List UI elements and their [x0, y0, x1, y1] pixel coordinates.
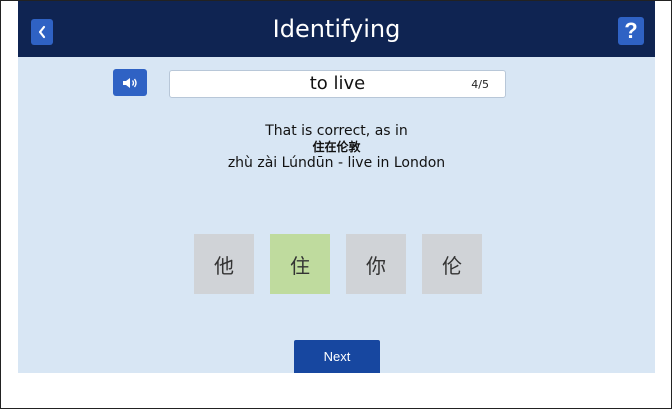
feedback-chinese-example: 住在伦敦	[312, 140, 361, 154]
feedback-message: That is correct, as in 住在伦敦 zhù zài Lúnd…	[18, 123, 655, 172]
app-window: Identifying ? to live 4/5 That is correc…	[18, 1, 655, 373]
prompt-word: to live	[309, 73, 366, 94]
choice-tile-4[interactable]: 伦	[422, 234, 482, 294]
prompt-word-box: to live 4/5	[169, 70, 506, 98]
choice-tile-2-correct[interactable]: 住	[270, 234, 330, 294]
choice-tile-3[interactable]: 你	[346, 234, 406, 294]
header-bar: Identifying ?	[18, 1, 655, 57]
choice-tile-1[interactable]: 他	[194, 234, 254, 294]
feedback-pinyin-translation: zhù zài Lúndūn - live in London	[227, 155, 446, 171]
feedback-line-1: That is correct, as in	[265, 123, 408, 139]
outer-frame: Identifying ? to live 4/5 That is correc…	[0, 0, 672, 409]
play-audio-button[interactable]	[113, 69, 147, 96]
page-title: Identifying	[272, 15, 401, 43]
next-button[interactable]: Next	[294, 340, 380, 373]
speaker-icon	[123, 77, 137, 88]
progress-counter: 4/5	[471, 78, 489, 91]
answer-choices: 他 住 你 伦	[194, 234, 484, 294]
help-button[interactable]: ?	[618, 17, 644, 45]
